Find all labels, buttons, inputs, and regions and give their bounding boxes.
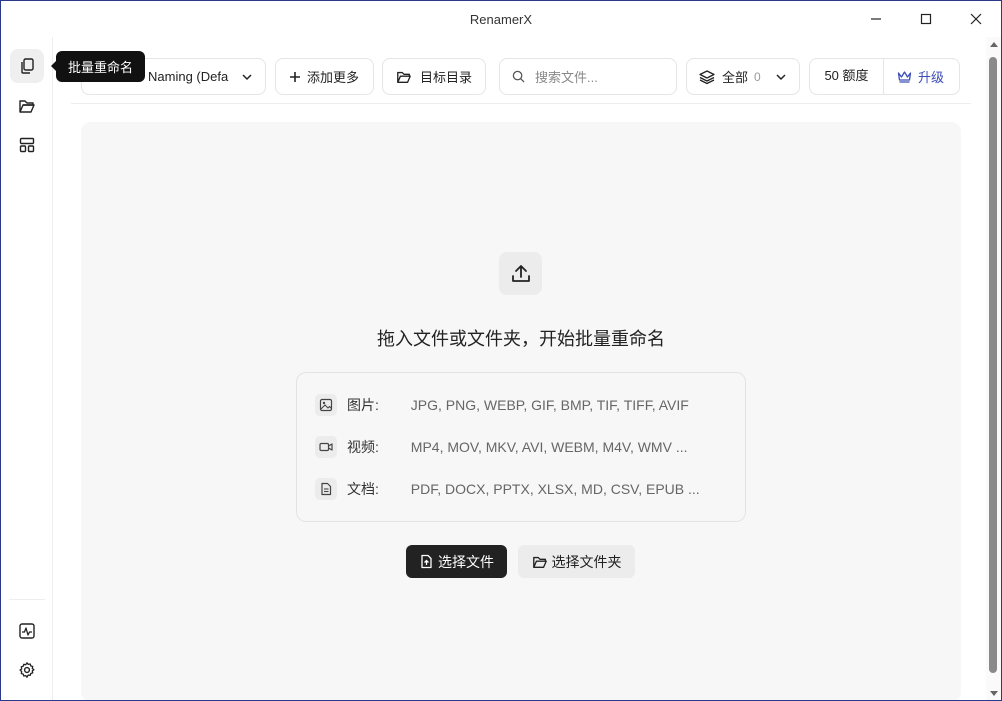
sidebar-tooltip: 批量重命名 [50, 51, 146, 82]
title-bar: RenamerX [1, 1, 1001, 37]
drop-zone[interactable]: 拖入文件或文件夹，开始批量重命名 图片: JPG, PNG, WEBP, GIF… [81, 122, 961, 700]
format-value: JPG, PNG, WEBP, GIF, BMP, TIF, TIFF, AVI… [410, 397, 689, 413]
format-value: MP4, MOV, MKV, AVI, WEBM, M4V, WMV ... [410, 439, 688, 455]
format-row-documents: 文档: PDF, DOCX, PPTX, XLSX, MD, CSV, EPUB… [315, 478, 735, 500]
sidebar-divider [9, 599, 45, 600]
video-icon [315, 436, 337, 458]
filter-select[interactable]: 全部 0 [686, 58, 800, 95]
layout-grid-icon [19, 137, 35, 153]
copy-files-icon [21, 58, 34, 74]
select-files-label: 选择文件 [438, 553, 494, 570]
sidebar-item-folder[interactable] [10, 89, 44, 123]
sidebar-item-templates[interactable] [10, 128, 44, 162]
filter-count: 0 [754, 69, 761, 84]
window-title: RenamerX [469, 11, 533, 27]
format-label: 文档: [346, 481, 379, 497]
layers-icon [699, 69, 715, 85]
select-folder-button[interactable]: 选择文件夹 [518, 545, 635, 578]
chevron-down-icon [241, 71, 253, 83]
preset-label: Naming (Defa [148, 69, 229, 84]
gear-icon [19, 662, 35, 678]
activity-chart-icon [19, 623, 35, 639]
minimize-button[interactable] [851, 1, 901, 37]
add-more-label: 添加更多 [307, 70, 360, 85]
target-directory-label: 目标目录 [420, 70, 473, 85]
filter-label: 全部 [722, 70, 749, 85]
document-icon [315, 478, 337, 500]
plus-icon [289, 71, 301, 83]
file-upload-icon [421, 554, 432, 569]
format-row-images: 图片: JPG, PNG, WEBP, GIF, BMP, TIF, TIFF,… [315, 394, 735, 416]
add-more-button[interactable]: 添加更多 [275, 58, 374, 95]
folder-open-icon [396, 69, 412, 85]
format-label: 图片: [346, 397, 379, 413]
upgrade-button[interactable]: 升级 [884, 67, 944, 86]
sidebar-item-activity[interactable] [10, 614, 44, 648]
close-button[interactable] [951, 1, 1001, 37]
image-icon [315, 394, 337, 416]
select-files-button[interactable]: 选择文件 [406, 545, 507, 578]
sidebar [1, 37, 53, 700]
upload-icon [511, 264, 530, 282]
credits-group: 50 额度 升级 [809, 58, 960, 95]
window-controls [851, 1, 1001, 37]
app-window: RenamerX 批量重命名 Naming (Defa 添加更多 目标目录 搜索… [0, 0, 1002, 701]
folder-open-icon [19, 100, 35, 113]
supported-formats-card: 图片: JPG, PNG, WEBP, GIF, BMP, TIF, TIFF,… [296, 372, 746, 522]
folder-open-icon [532, 556, 547, 568]
chevron-down-icon [775, 71, 787, 83]
upload-icon-container [499, 252, 542, 295]
scroll-up-arrow-icon[interactable] [990, 41, 998, 49]
search-placeholder: 搜索文件... [535, 70, 598, 85]
maximize-icon [920, 13, 932, 25]
sidebar-item-batch-rename[interactable] [10, 49, 44, 83]
search-input[interactable]: 搜索文件... [499, 58, 677, 95]
scroll-down-arrow-icon[interactable] [990, 689, 998, 697]
maximize-button[interactable] [901, 1, 951, 37]
sidebar-item-settings[interactable] [10, 653, 44, 687]
format-value: PDF, DOCX, PPTX, XLSX, MD, CSV, EPUB ... [410, 481, 700, 497]
minimize-icon [871, 18, 881, 20]
vertical-scrollbar[interactable] [986, 37, 1001, 700]
crown-icon [897, 70, 912, 83]
upgrade-label: 升级 [918, 70, 945, 85]
search-icon [512, 70, 525, 83]
format-row-videos: 视频: MP4, MOV, MKV, AVI, WEBM, M4V, WMV .… [315, 436, 735, 458]
drop-zone-title: 拖入文件或文件夹，开始批量重命名 [377, 329, 665, 349]
toolbar-divider [71, 103, 971, 104]
select-folder-label: 选择文件夹 [551, 553, 622, 570]
format-label: 视频: [346, 439, 379, 455]
target-directory-button[interactable]: 目标目录 [382, 58, 486, 95]
close-icon [970, 13, 982, 25]
scrollbar-thumb[interactable] [989, 57, 997, 673]
credits-label: 50 额度 [810, 59, 884, 94]
